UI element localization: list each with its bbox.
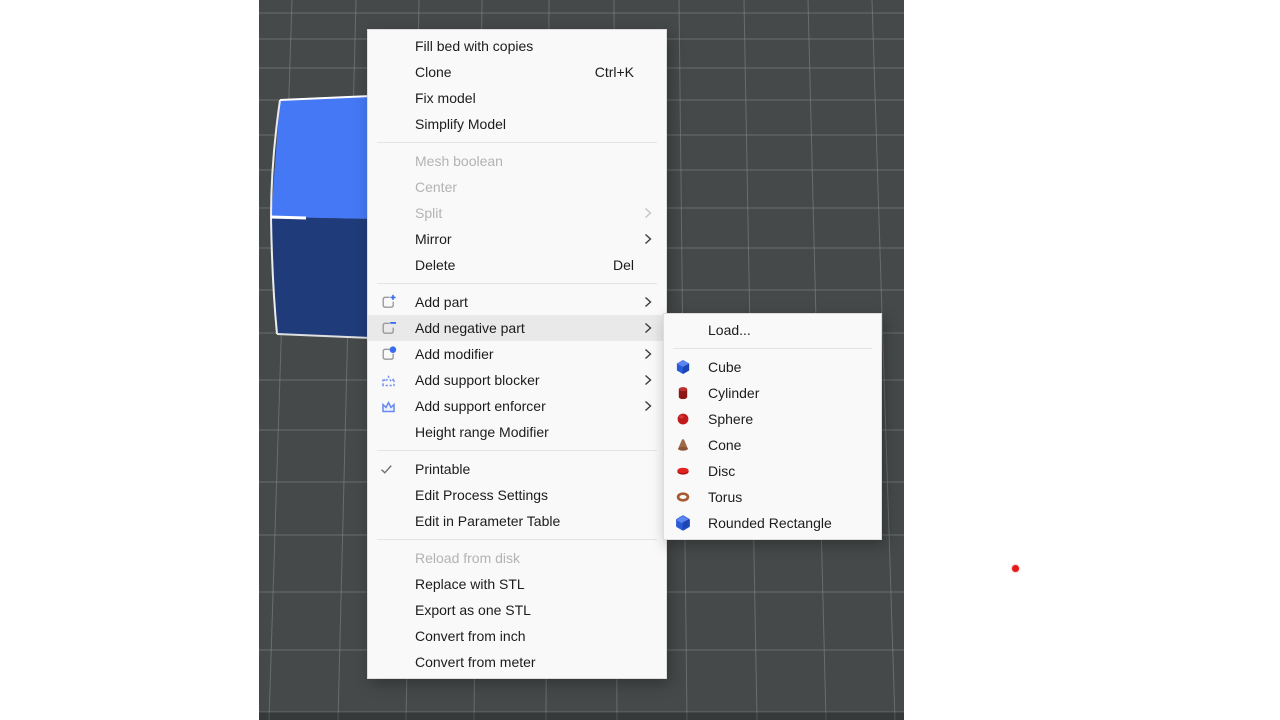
menu-item-printable[interactable]: Printable [368,456,666,482]
menu-item-convert-from-meter[interactable]: Convert from meter [368,649,666,675]
menu-item-label: Cylinder [708,385,857,401]
context-menu: Fill bed with copies CloneCtrl+K Fix model… [367,29,667,679]
check-icon [380,464,415,475]
menu-item-label: Sphere [708,411,857,427]
menu-item-shortcut: Del [613,257,634,273]
menu-item-add-negative-part[interactable]: Add negative part [368,315,666,341]
menu-separator [377,142,657,143]
cylinder-icon [674,385,708,401]
add-negative-part-icon [380,320,415,337]
menu-item-mesh-boolean: Mesh boolean [368,148,666,174]
menu-item-label: Height range Modifier [415,424,642,440]
menu-item-label: Fill bed with copies [415,38,642,54]
menu-item-label: Export as one STL [415,602,642,618]
menu-item-cube[interactable]: Cube [664,354,881,380]
menu-item-fill-bed-with-copies[interactable]: Fill bed with copies [368,33,666,59]
app-window: Fill bed with copies CloneCtrl+K Fix model… [0,0,1280,720]
menu-item-label: Fix model [415,90,642,106]
menu-item-center: Center [368,174,666,200]
menu-item-delete[interactable]: DeleteDel [368,252,666,278]
menu-item-label: Split [415,205,642,221]
menu-item-split: Split [368,200,666,226]
menu-item-load[interactable]: Load... [664,317,881,343]
menu-item-simplify-model[interactable]: Simplify Model [368,111,666,137]
add-part-icon [380,294,415,311]
submenu-arrow-icon [642,207,652,219]
menu-item-label: Load... [708,322,857,338]
menu-item-fix-model[interactable]: Fix model [368,85,666,111]
support-blocker-icon [380,372,415,389]
menu-item-disc[interactable]: Disc [664,458,881,484]
menu-item-edit-process-settings[interactable]: Edit Process Settings [368,482,666,508]
add-modifier-icon [380,346,415,363]
menu-item-label: Add support enforcer [415,398,642,414]
menu-item-label: Convert from meter [415,654,642,670]
menu-item-sphere[interactable]: Sphere [664,406,881,432]
menu-item-label: Cube [708,359,857,375]
submenu-arrow-icon [642,233,652,245]
menu-separator [377,450,657,451]
sphere-icon [674,411,708,427]
menu-item-label: Center [415,179,642,195]
cube-icon [674,359,708,375]
menu-item-add-part[interactable]: Add part [368,289,666,315]
menu-item-label: Simplify Model [415,116,642,132]
menu-separator [673,348,872,349]
menu-item-reload-from-disk: Reload from disk [368,545,666,571]
menu-item-clone[interactable]: CloneCtrl+K [368,59,666,85]
menu-item-add-support-blocker[interactable]: Add support blocker [368,367,666,393]
menu-item-shortcut: Ctrl+K [595,64,634,80]
menu-item-label: Convert from inch [415,628,642,644]
menu-item-label: Clone [415,64,595,80]
menu-item-mirror[interactable]: Mirror [368,226,666,252]
menu-item-label: Cone [708,437,857,453]
menu-item-label: Rounded Rectangle [708,515,857,531]
menu-item-add-support-enforcer[interactable]: Add support enforcer [368,393,666,419]
menu-item-label: Add support blocker [415,372,642,388]
menu-separator [377,283,657,284]
menu-item-height-range-modifier[interactable]: Height range Modifier [368,419,666,445]
add-negative-part-submenu: Load... Cube Cylinder Sphere Cone Disc Torus Ro… [663,313,882,540]
submenu-arrow-icon [642,296,652,308]
submenu-arrow-icon [642,374,652,386]
menu-item-label: Replace with STL [415,576,642,592]
menu-item-label: Printable [415,461,642,477]
menu-item-label: Add part [415,294,642,310]
submenu-arrow-icon [642,400,652,412]
menu-item-rounded-rectangle[interactable]: Rounded Rectangle [664,510,881,536]
menu-item-edit-in-parameter-table[interactable]: Edit in Parameter Table [368,508,666,534]
submenu-arrow-icon [642,348,652,360]
support-enforcer-icon [380,398,415,415]
menu-item-label: Disc [708,463,857,479]
menu-item-label: Torus [708,489,857,505]
menu-item-label: Add negative part [415,320,642,336]
menu-item-label: Edit in Parameter Table [415,513,642,529]
menu-item-label: Mesh boolean [415,153,642,169]
rounded-rectangle-icon [674,515,708,531]
menu-item-label: Add modifier [415,346,642,362]
menu-item-label: Delete [415,257,613,273]
menu-separator [377,539,657,540]
menu-item-torus[interactable]: Torus [664,484,881,510]
submenu-arrow-icon [642,322,652,334]
cursor-dot [1012,565,1019,572]
menu-item-cylinder[interactable]: Cylinder [664,380,881,406]
menu-item-cone[interactable]: Cone [664,432,881,458]
cone-icon [674,437,708,453]
menu-item-replace-with-stl[interactable]: Replace with STL [368,571,666,597]
torus-icon [674,489,708,505]
menu-item-label: Reload from disk [415,550,642,566]
menu-item-convert-from-inch[interactable]: Convert from inch [368,623,666,649]
menu-item-label: Mirror [415,231,642,247]
menu-item-label: Edit Process Settings [415,487,642,503]
disc-icon [674,463,708,479]
menu-item-export-as-one-stl[interactable]: Export as one STL [368,597,666,623]
menu-item-add-modifier[interactable]: Add modifier [368,341,666,367]
